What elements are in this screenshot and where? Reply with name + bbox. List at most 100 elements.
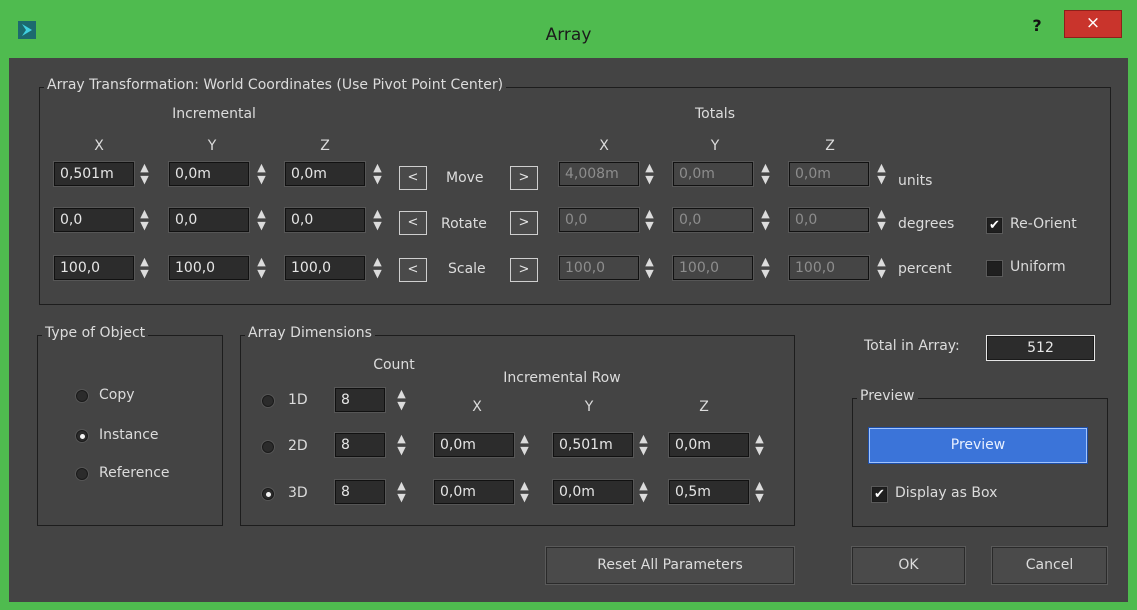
preview-button[interactable]: Preview	[868, 427, 1088, 464]
move-inc-x-spinner[interactable]: ▲ ▼	[137, 162, 152, 186]
move-right-arrow-button[interactable]: >	[510, 166, 538, 190]
dim-2d-x-spinner[interactable]: ▲ ▼	[517, 433, 532, 457]
dim-axis-x: X	[472, 399, 482, 415]
dim-2d-radio[interactable]	[262, 441, 274, 453]
dim-2d-y-spinner[interactable]: ▲ ▼	[636, 433, 651, 457]
scale-left-arrow-button[interactable]: <	[399, 258, 427, 282]
scale-label: Scale	[448, 261, 486, 277]
instance-radio[interactable]	[76, 430, 88, 442]
scale-inc-x-field[interactable]: 100,0	[53, 255, 135, 281]
rotate-tot-y-spinner: ▲ ▼	[761, 207, 770, 232]
array-dimensions-legend: Array Dimensions	[245, 325, 375, 341]
scale-tot-y-spinner: ▲ ▼	[761, 255, 770, 280]
dim-2d-z-field[interactable]: 0,0m	[668, 432, 750, 458]
dialog-body: Array Transformation: World Coordinates …	[9, 58, 1128, 602]
tot-axis-z: Z	[825, 138, 835, 154]
dim-2d-count-field[interactable]: 8	[334, 432, 386, 458]
rotate-unit: degrees	[898, 216, 955, 232]
scale-inc-x-spinner[interactable]: ▲ ▼	[137, 256, 152, 280]
scale-tot-x-spinner: ▲ ▼	[645, 255, 654, 280]
scale-inc-z-field[interactable]: 100,0	[284, 255, 366, 281]
help-button[interactable]: ?	[1027, 16, 1047, 38]
move-left-arrow-button[interactable]: <	[399, 166, 427, 190]
array-transformation-legend: Array Transformation: World Coordinates …	[44, 77, 507, 93]
copy-radio[interactable]	[76, 390, 88, 402]
dim-3d-count-field[interactable]: 8	[334, 479, 386, 505]
scale-inc-y-field[interactable]: 100,0	[168, 255, 250, 281]
dim-3d-z-field[interactable]: 0,5m	[668, 479, 750, 505]
move-tot-z-spinner: ▲ ▼	[877, 161, 886, 186]
dim-3d-x-field[interactable]: 0,0m	[433, 479, 515, 505]
rotate-inc-x-field[interactable]: 0,0	[53, 207, 135, 233]
display-as-box-checkbox[interactable]: ✔	[871, 486, 888, 503]
preview-legend: Preview	[857, 388, 918, 404]
rotate-left-arrow-button[interactable]: <	[399, 211, 427, 235]
count-header: Count	[373, 357, 415, 373]
rotate-tot-x-spinner: ▲ ▼	[645, 207, 654, 232]
dim-3d-radio[interactable]	[262, 488, 274, 500]
ok-button[interactable]: OK	[851, 546, 966, 585]
move-inc-y-spinner[interactable]: ▲ ▼	[254, 162, 269, 186]
close-button[interactable]: ×	[1064, 10, 1122, 38]
totals-header: Totals	[695, 106, 735, 122]
dim-1d-count-spinner[interactable]: ▲ ▼	[394, 388, 409, 412]
dim-1d-radio[interactable]	[262, 395, 274, 407]
rotate-tot-x-field: 0,0	[558, 207, 640, 233]
array-dialog: Array ? × Array Transformation: World Co…	[0, 0, 1137, 610]
type-of-object-legend: Type of Object	[42, 325, 149, 341]
reset-all-parameters-button[interactable]: Reset All Parameters	[545, 546, 795, 585]
total-in-array-label: Total in Array:	[864, 338, 960, 354]
move-unit: units	[898, 173, 933, 189]
dim-3d-z-spinner[interactable]: ▲ ▼	[752, 480, 767, 504]
move-inc-x-field[interactable]: 0,501m	[53, 161, 135, 187]
inc-axis-z: Z	[320, 138, 330, 154]
rotate-inc-y-spinner[interactable]: ▲ ▼	[254, 208, 269, 232]
reference-radio[interactable]	[76, 468, 88, 480]
rotate-inc-z-spinner[interactable]: ▲ ▼	[370, 208, 385, 232]
dim-3d-x-spinner[interactable]: ▲ ▼	[517, 480, 532, 504]
dim-3d-y-field[interactable]: 0,0m	[552, 479, 634, 505]
cancel-button[interactable]: Cancel	[991, 546, 1108, 585]
dim-3d-y-spinner[interactable]: ▲ ▼	[636, 480, 651, 504]
dim-2d-y-field[interactable]: 0,501m	[552, 432, 634, 458]
move-inc-y-field[interactable]: 0,0m	[168, 161, 250, 187]
tot-axis-x: X	[599, 138, 609, 154]
rotate-right-arrow-button[interactable]: >	[510, 211, 538, 235]
dim-1d-label: 1D	[288, 392, 308, 408]
dim-3d-count-spinner[interactable]: ▲ ▼	[394, 480, 409, 504]
incremental-header: Incremental	[172, 106, 256, 122]
reference-label: Reference	[99, 465, 170, 481]
rotate-tot-y-field: 0,0	[672, 207, 754, 233]
dim-2d-z-spinner[interactable]: ▲ ▼	[752, 433, 767, 457]
instance-label: Instance	[99, 427, 159, 443]
dim-1d-count-field[interactable]: 8	[334, 387, 386, 413]
rotate-inc-x-spinner[interactable]: ▲ ▼	[137, 208, 152, 232]
uniform-checkbox[interactable]	[986, 260, 1003, 277]
dim-2d-x-field[interactable]: 0,0m	[433, 432, 515, 458]
rotate-tot-z-spinner: ▲ ▼	[877, 207, 886, 232]
tot-axis-y: Y	[710, 138, 720, 154]
uniform-label: Uniform	[1010, 259, 1066, 275]
display-as-box-label: Display as Box	[895, 485, 998, 501]
reorient-label: Re-Orient	[1010, 216, 1077, 232]
title-bar[interactable]: Array ? ×	[0, 0, 1137, 58]
scale-tot-x-field: 100,0	[558, 255, 640, 281]
move-tot-x-spinner: ▲ ▼	[645, 161, 654, 186]
scale-inc-y-spinner[interactable]: ▲ ▼	[254, 256, 269, 280]
scale-tot-y-field: 100,0	[672, 255, 754, 281]
dim-2d-count-spinner[interactable]: ▲ ▼	[394, 433, 409, 457]
total-in-array-value: 512	[986, 335, 1095, 361]
incremental-row-header: Incremental Row	[503, 370, 621, 386]
rotate-inc-y-field[interactable]: 0,0	[168, 207, 250, 233]
dim-axis-y: Y	[584, 399, 594, 415]
reorient-checkbox[interactable]: ✔	[986, 217, 1003, 234]
dim-2d-label: 2D	[288, 438, 308, 454]
move-inc-z-field[interactable]: 0,0m	[284, 161, 366, 187]
scale-tot-z-field: 100,0	[788, 255, 870, 281]
rotate-inc-z-field[interactable]: 0,0	[284, 207, 366, 233]
scale-right-arrow-button[interactable]: >	[510, 258, 538, 282]
move-inc-z-spinner[interactable]: ▲ ▼	[370, 162, 385, 186]
move-tot-z-field: 0,0m	[788, 161, 870, 187]
scale-inc-z-spinner[interactable]: ▲ ▼	[370, 256, 385, 280]
inc-axis-x: X	[94, 138, 104, 154]
